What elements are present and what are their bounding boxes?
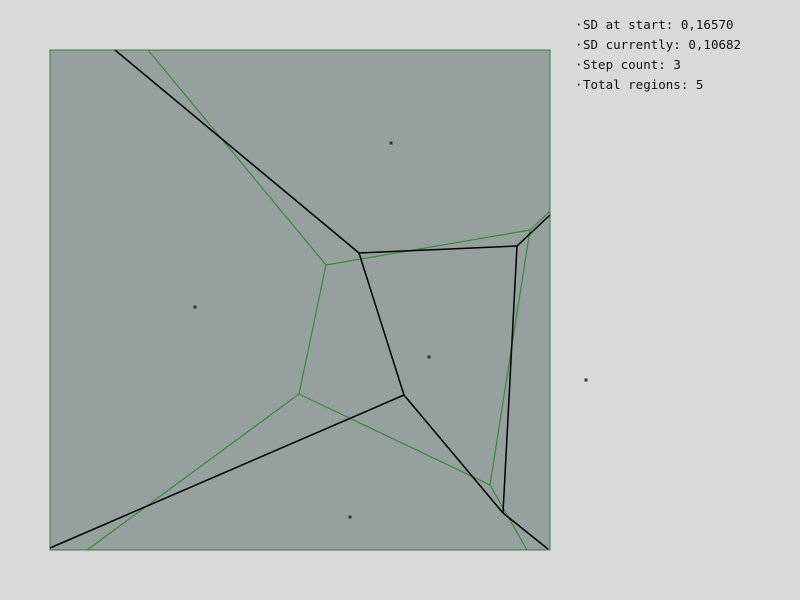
- voronoi-app: ·SD at start: 0,16570 ·SD currently: 0,1…: [0, 0, 800, 600]
- stat-bullet: ·: [575, 57, 583, 72]
- stat-step-count-value: 3: [673, 57, 681, 72]
- stat-total-regions-label: Total regions:: [583, 77, 689, 92]
- stat-sd-current: ·SD currently: 0,10682: [575, 35, 741, 55]
- stat-step-count-label: Step count:: [583, 57, 666, 72]
- stat-bullet: ·: [575, 17, 583, 32]
- stat-bullet: ·: [575, 37, 583, 52]
- site-point[interactable]: [193, 305, 197, 309]
- stat-total-regions: ·Total regions: 5: [575, 75, 741, 95]
- stat-bullet: ·: [575, 77, 583, 92]
- stat-sd-start: ·SD at start: 0,16570: [575, 15, 741, 35]
- site-point[interactable]: [427, 355, 431, 359]
- site-point[interactable]: [348, 515, 352, 519]
- site-point[interactable]: [584, 378, 588, 382]
- region-square: [49, 49, 551, 551]
- stats-panel: ·SD at start: 0,16570 ·SD currently: 0,1…: [575, 15, 741, 95]
- stat-sd-start-label: SD at start:: [583, 17, 674, 32]
- site-point[interactable]: [389, 141, 393, 145]
- stat-sd-start-value: 0,16570: [680, 17, 734, 32]
- stat-sd-current-value: 0,10682: [688, 37, 742, 52]
- stat-step-count: ·Step count: 3: [575, 55, 741, 75]
- stat-sd-current-label: SD currently:: [583, 37, 681, 52]
- stat-total-regions-value: 5: [695, 77, 704, 92]
